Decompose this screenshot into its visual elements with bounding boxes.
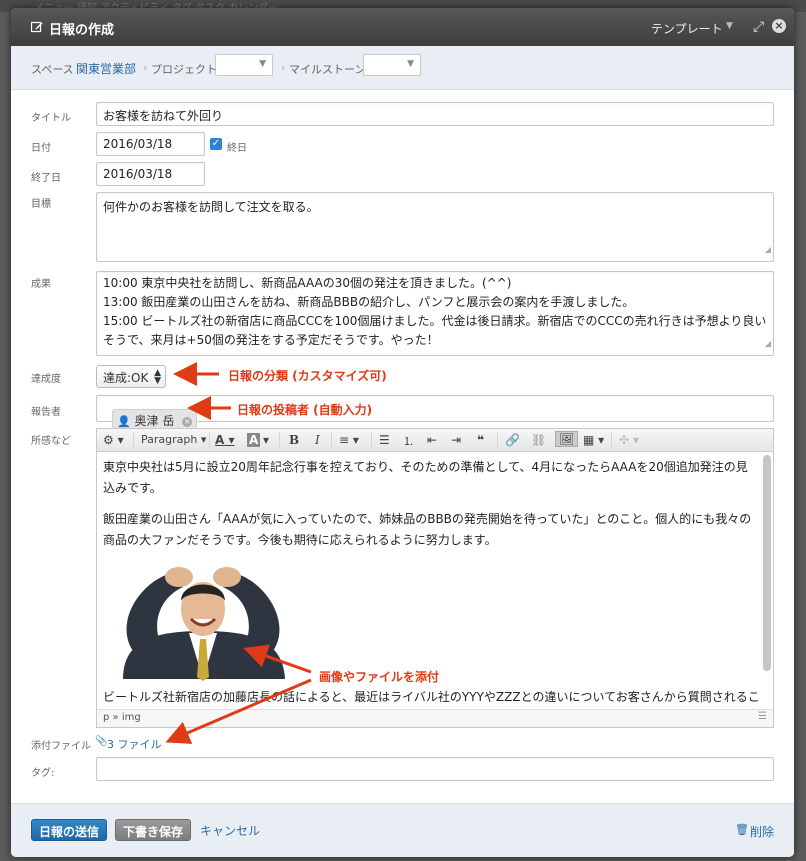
dialog-footer: 日報の送信 下書き保存 キャンセル 🗑 削除	[11, 803, 794, 857]
annotation-arrow	[243, 644, 312, 674]
annotation-arrow	[165, 678, 312, 744]
annotation-arrows	[165, 362, 312, 744]
delete-link[interactable]: 削除	[750, 823, 774, 840]
save-draft-button[interactable]: 下書き保存	[115, 819, 192, 841]
cancel-link[interactable]: キャンセル	[200, 822, 260, 839]
send-report-button[interactable]: 日報の送信	[31, 819, 108, 841]
trash-icon: 🗑	[735, 823, 749, 836]
create-report-dialog: 日報の作成 テンプレート ▼ ⤢ × スペース 関東営業部 › プロジェクト ▼…	[11, 8, 794, 857]
